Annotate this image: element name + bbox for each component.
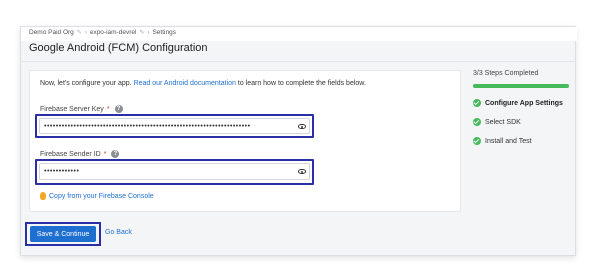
question-icon[interactable]: ?: [111, 150, 120, 158]
pencil-icon[interactable]: ✎: [77, 29, 82, 36]
breadcrumb: Demo Paid Org ✎ › expo-iam-devrel ✎ › Se…: [29, 29, 176, 36]
server-key-label: Firebase Server Key * ?: [40, 105, 123, 113]
required-mark: *: [106, 105, 110, 113]
server-key-label-text: Firebase Server Key: [40, 105, 104, 113]
eye-icon[interactable]: [298, 169, 306, 174]
breadcrumb-project[interactable]: expo-iam-devrel: [90, 29, 137, 36]
server-key-input[interactable]: ••••••••••••••••••••••••••••••••••••••••…: [39, 118, 310, 134]
step-label: Select SDK: [485, 118, 521, 126]
copy-link-text[interactable]: Copy from your Firebase Console: [49, 193, 154, 200]
chevron-right-icon: ›: [84, 29, 87, 36]
intro-suffix: to learn how to complete the fields belo…: [237, 80, 366, 87]
configuration-card: [29, 70, 461, 212]
intro-prefix: Now, let's configure your app.: [40, 80, 132, 87]
sender-id-label-text: Firebase Sender ID: [40, 150, 101, 158]
step-label: Install and Test: [485, 137, 532, 145]
intro-text: Now, let's configure your app. Read our …: [40, 80, 366, 87]
chevron-right-icon: ›: [147, 29, 150, 36]
check-circle-icon: [473, 118, 481, 126]
sender-id-input[interactable]: ••••••••••••: [39, 163, 310, 180]
breadcrumb-org[interactable]: Demo Paid Org: [29, 29, 74, 36]
check-circle-icon: [473, 137, 481, 145]
eye-icon[interactable]: [298, 124, 306, 129]
pencil-icon[interactable]: ✎: [139, 29, 144, 36]
steps-progress-fill: [473, 84, 569, 88]
server-key-value: ••••••••••••••••••••••••••••••••••••••••…: [44, 122, 251, 130]
go-back-link[interactable]: Go Back: [105, 229, 132, 236]
step-label: Configure App Settings: [485, 99, 563, 107]
copy-from-console-link[interactable]: Copy from your Firebase Console: [40, 192, 154, 200]
save-continue-button[interactable]: Save & Continue: [30, 226, 96, 242]
firebase-icon: [40, 192, 46, 200]
android-docs-link[interactable]: Read our Android documentation: [134, 80, 236, 87]
sender-id-label: Firebase Sender ID * ?: [40, 150, 120, 158]
page-title: Google Android (FCM) Configuration: [29, 42, 208, 54]
step-configure-app-settings[interactable]: Configure App Settings: [473, 99, 563, 107]
breadcrumb-settings[interactable]: Settings: [152, 29, 176, 36]
steps-progress-bar: [473, 84, 569, 88]
check-circle-icon: [473, 99, 481, 107]
step-select-sdk[interactable]: Select SDK: [473, 118, 521, 126]
sender-id-value: ••••••••••••: [44, 168, 80, 175]
question-icon[interactable]: ?: [114, 105, 123, 113]
required-mark: *: [103, 150, 107, 158]
step-install-and-test[interactable]: Install and Test: [473, 137, 532, 145]
steps-progress-title: 3/3 Steps Completed: [473, 70, 539, 77]
divider: [20, 61, 576, 62]
